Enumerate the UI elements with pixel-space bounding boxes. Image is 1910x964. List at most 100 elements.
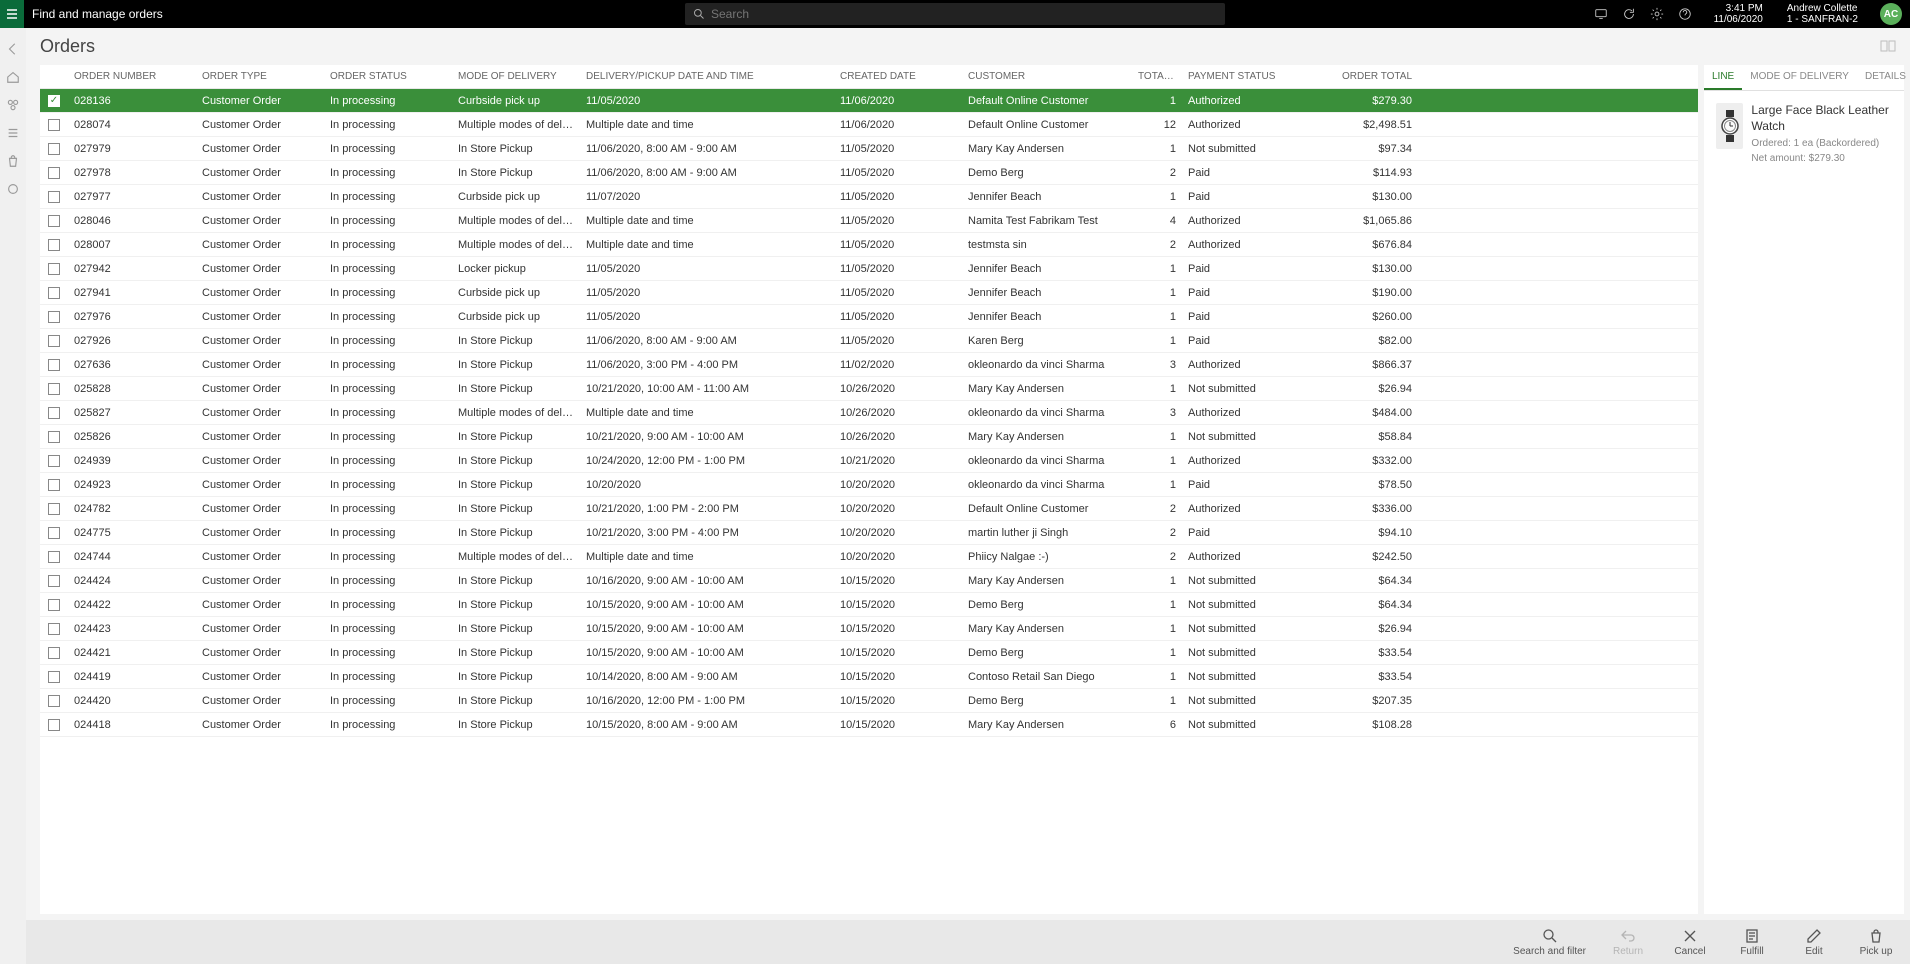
table-row[interactable]: 024782Customer OrderIn processingIn Stor… — [40, 497, 1698, 521]
row-checkbox[interactable] — [40, 191, 68, 203]
cancel-button[interactable]: Cancel — [1670, 928, 1710, 957]
col-created[interactable]: CREATED DATE — [834, 71, 962, 82]
table-row[interactable]: 024422Customer OrderIn processingIn Stor… — [40, 593, 1698, 617]
refresh-icon[interactable] — [1622, 7, 1636, 21]
maximize-icon[interactable] — [1880, 36, 1896, 57]
table-row[interactable]: 028046Customer OrderIn processingMultipl… — [40, 209, 1698, 233]
home-icon[interactable] — [6, 70, 20, 84]
cell-order-type: Customer Order — [196, 143, 324, 155]
row-checkbox[interactable] — [40, 143, 68, 155]
cell-created: 10/20/2020 — [834, 527, 962, 539]
table-row[interactable]: 027977Customer OrderIn processingCurbsid… — [40, 185, 1698, 209]
table-row[interactable]: 027978Customer OrderIn processingIn Stor… — [40, 161, 1698, 185]
table-row[interactable]: 025828Customer OrderIn processingIn Stor… — [40, 377, 1698, 401]
cell-total: $260.00 — [1322, 311, 1422, 323]
row-checkbox[interactable] — [40, 671, 68, 683]
cell-total: $108.28 — [1322, 719, 1422, 731]
col-total[interactable]: ORDER TOTAL — [1322, 71, 1422, 82]
row-checkbox[interactable] — [40, 479, 68, 491]
row-checkbox[interactable] — [40, 719, 68, 731]
row-checkbox[interactable] — [40, 647, 68, 659]
table-row[interactable]: 024423Customer OrderIn processingIn Stor… — [40, 617, 1698, 641]
back-icon[interactable] — [6, 42, 20, 56]
table-row[interactable]: 024420Customer OrderIn processingIn Stor… — [40, 689, 1698, 713]
cell-delivery-time: Multiple date and time — [580, 119, 834, 131]
table-row[interactable]: 024923Customer OrderIn processingIn Stor… — [40, 473, 1698, 497]
col-order-number[interactable]: ORDER NUMBER — [68, 71, 196, 82]
orders-icon[interactable] — [6, 98, 20, 112]
row-checkbox[interactable] — [40, 551, 68, 563]
row-checkbox[interactable] — [40, 503, 68, 515]
row-checkbox[interactable] — [40, 599, 68, 611]
row-checkbox[interactable] — [40, 311, 68, 323]
table-row[interactable]: 027941Customer OrderIn processingCurbsid… — [40, 281, 1698, 305]
edit-button[interactable]: Edit — [1794, 928, 1834, 957]
row-checkbox[interactable] — [40, 95, 68, 107]
cell-qty: 2 — [1132, 167, 1182, 179]
row-checkbox[interactable] — [40, 407, 68, 419]
row-checkbox[interactable] — [40, 623, 68, 635]
list-icon[interactable] — [6, 126, 20, 140]
table-row[interactable]: 024421Customer OrderIn processingIn Stor… — [40, 641, 1698, 665]
row-checkbox[interactable] — [40, 575, 68, 587]
avatar[interactable]: AC — [1880, 3, 1902, 25]
screen-icon[interactable] — [1594, 7, 1608, 21]
row-checkbox[interactable] — [40, 167, 68, 179]
menu-button[interactable] — [0, 0, 24, 28]
table-row[interactable]: 025826Customer OrderIn processingIn Stor… — [40, 425, 1698, 449]
tab-details[interactable]: DETAILS — [1857, 65, 1910, 90]
grid-body[interactable]: 028136Customer OrderIn processingCurbsid… — [40, 89, 1698, 914]
circle-icon[interactable] — [6, 182, 20, 196]
fulfill-button[interactable]: Fulfill — [1732, 928, 1772, 957]
table-row[interactable]: 024775Customer OrderIn processingIn Stor… — [40, 521, 1698, 545]
return-label: Return — [1613, 946, 1643, 957]
pickup-button[interactable]: Pick up — [1856, 928, 1896, 957]
bag-icon[interactable] — [6, 154, 20, 168]
col-order-status[interactable]: ORDER STATUS — [324, 71, 452, 82]
search-filter-button[interactable]: Search and filter — [1513, 928, 1586, 957]
search-input[interactable] — [711, 7, 1217, 21]
cell-order-status: In processing — [324, 503, 452, 515]
row-checkbox[interactable] — [40, 383, 68, 395]
row-checkbox[interactable] — [40, 695, 68, 707]
table-row[interactable]: 027636Customer OrderIn processingIn Stor… — [40, 353, 1698, 377]
tab-mode[interactable]: MODE OF DELIVERY — [1742, 65, 1857, 90]
table-row[interactable]: 024424Customer OrderIn processingIn Stor… — [40, 569, 1698, 593]
cell-created: 11/05/2020 — [834, 335, 962, 347]
table-row[interactable]: 027979Customer OrderIn processingIn Stor… — [40, 137, 1698, 161]
table-row[interactable]: 027976Customer OrderIn processingCurbsid… — [40, 305, 1698, 329]
table-row[interactable]: 024419Customer OrderIn processingIn Stor… — [40, 665, 1698, 689]
table-row[interactable]: 028136Customer OrderIn processingCurbsid… — [40, 89, 1698, 113]
col-qty[interactable]: TOTAL QUAN... — [1132, 71, 1182, 82]
cell-total: $676.84 — [1322, 239, 1422, 251]
table-row[interactable]: 025827Customer OrderIn processingMultipl… — [40, 401, 1698, 425]
cell-order-number: 027978 — [68, 167, 196, 179]
table-row[interactable]: 027926Customer OrderIn processingIn Stor… — [40, 329, 1698, 353]
row-checkbox[interactable] — [40, 287, 68, 299]
row-checkbox[interactable] — [40, 527, 68, 539]
help-icon[interactable] — [1678, 7, 1692, 21]
table-row[interactable]: 024418Customer OrderIn processingIn Stor… — [40, 713, 1698, 737]
tab-line[interactable]: LINE — [1704, 65, 1742, 90]
row-checkbox[interactable] — [40, 359, 68, 371]
cell-customer: Default Online Customer — [962, 95, 1132, 107]
global-search[interactable] — [685, 3, 1225, 25]
row-checkbox[interactable] — [40, 335, 68, 347]
settings-icon[interactable] — [1650, 7, 1664, 21]
table-row[interactable]: 024744Customer OrderIn processingMultipl… — [40, 545, 1698, 569]
row-checkbox[interactable] — [40, 239, 68, 251]
table-row[interactable]: 028074Customer OrderIn processingMultipl… — [40, 113, 1698, 137]
col-order-type[interactable]: ORDER TYPE — [196, 71, 324, 82]
col-delivery-time[interactable]: DELIVERY/PICKUP DATE AND TIME — [580, 71, 834, 82]
row-checkbox[interactable] — [40, 215, 68, 227]
row-checkbox[interactable] — [40, 263, 68, 275]
table-row[interactable]: 027942Customer OrderIn processingLocker … — [40, 257, 1698, 281]
table-row[interactable]: 028007Customer OrderIn processingMultipl… — [40, 233, 1698, 257]
row-checkbox[interactable] — [40, 455, 68, 467]
col-mode[interactable]: MODE OF DELIVERY — [452, 71, 580, 82]
row-checkbox[interactable] — [40, 431, 68, 443]
row-checkbox[interactable] — [40, 119, 68, 131]
table-row[interactable]: 024939Customer OrderIn processingIn Stor… — [40, 449, 1698, 473]
col-payment[interactable]: PAYMENT STATUS — [1182, 71, 1322, 82]
col-customer[interactable]: CUSTOMER — [962, 71, 1132, 82]
